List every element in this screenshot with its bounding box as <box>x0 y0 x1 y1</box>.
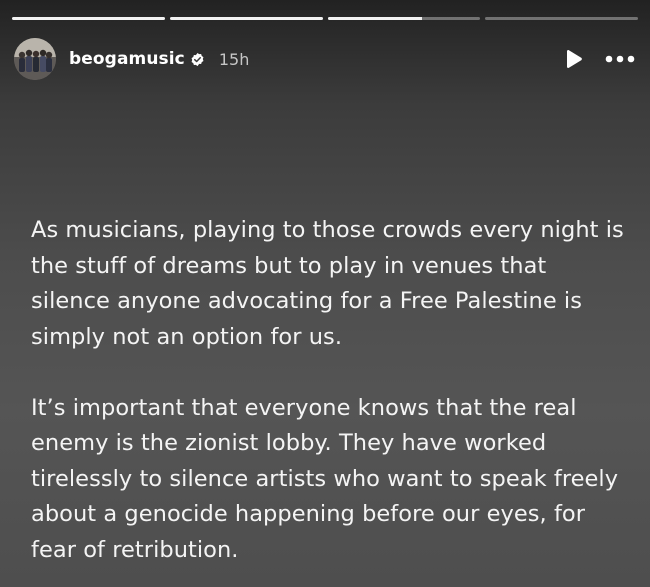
progress-segment-4 <box>485 17 638 20</box>
progress-segment-2 <box>169 17 323 20</box>
story-header: beogamusic 15h <box>14 37 636 81</box>
story-paragraph-2: It’s important that everyone knows that … <box>31 394 619 563</box>
story-progress-bar <box>12 17 638 20</box>
group-photo-avatar-icon[interactable] <box>14 38 56 80</box>
play-icon[interactable] <box>562 48 584 70</box>
verified-badge-icon <box>190 52 205 67</box>
username[interactable]: beogamusic <box>69 49 185 69</box>
progress-segment-fill <box>327 17 423 20</box>
progress-segment-fill <box>12 17 165 20</box>
post-time: 15h <box>218 49 250 69</box>
story-text-body: As musicians, playing to those crowds ev… <box>31 213 628 568</box>
progress-segment-3 <box>327 17 481 20</box>
progress-segment-1 <box>12 17 165 20</box>
story-paragraph-1: As musicians, playing to those crowds ev… <box>31 217 624 350</box>
more-options-icon[interactable] <box>604 48 636 70</box>
progress-segment-fill <box>169 17 323 20</box>
